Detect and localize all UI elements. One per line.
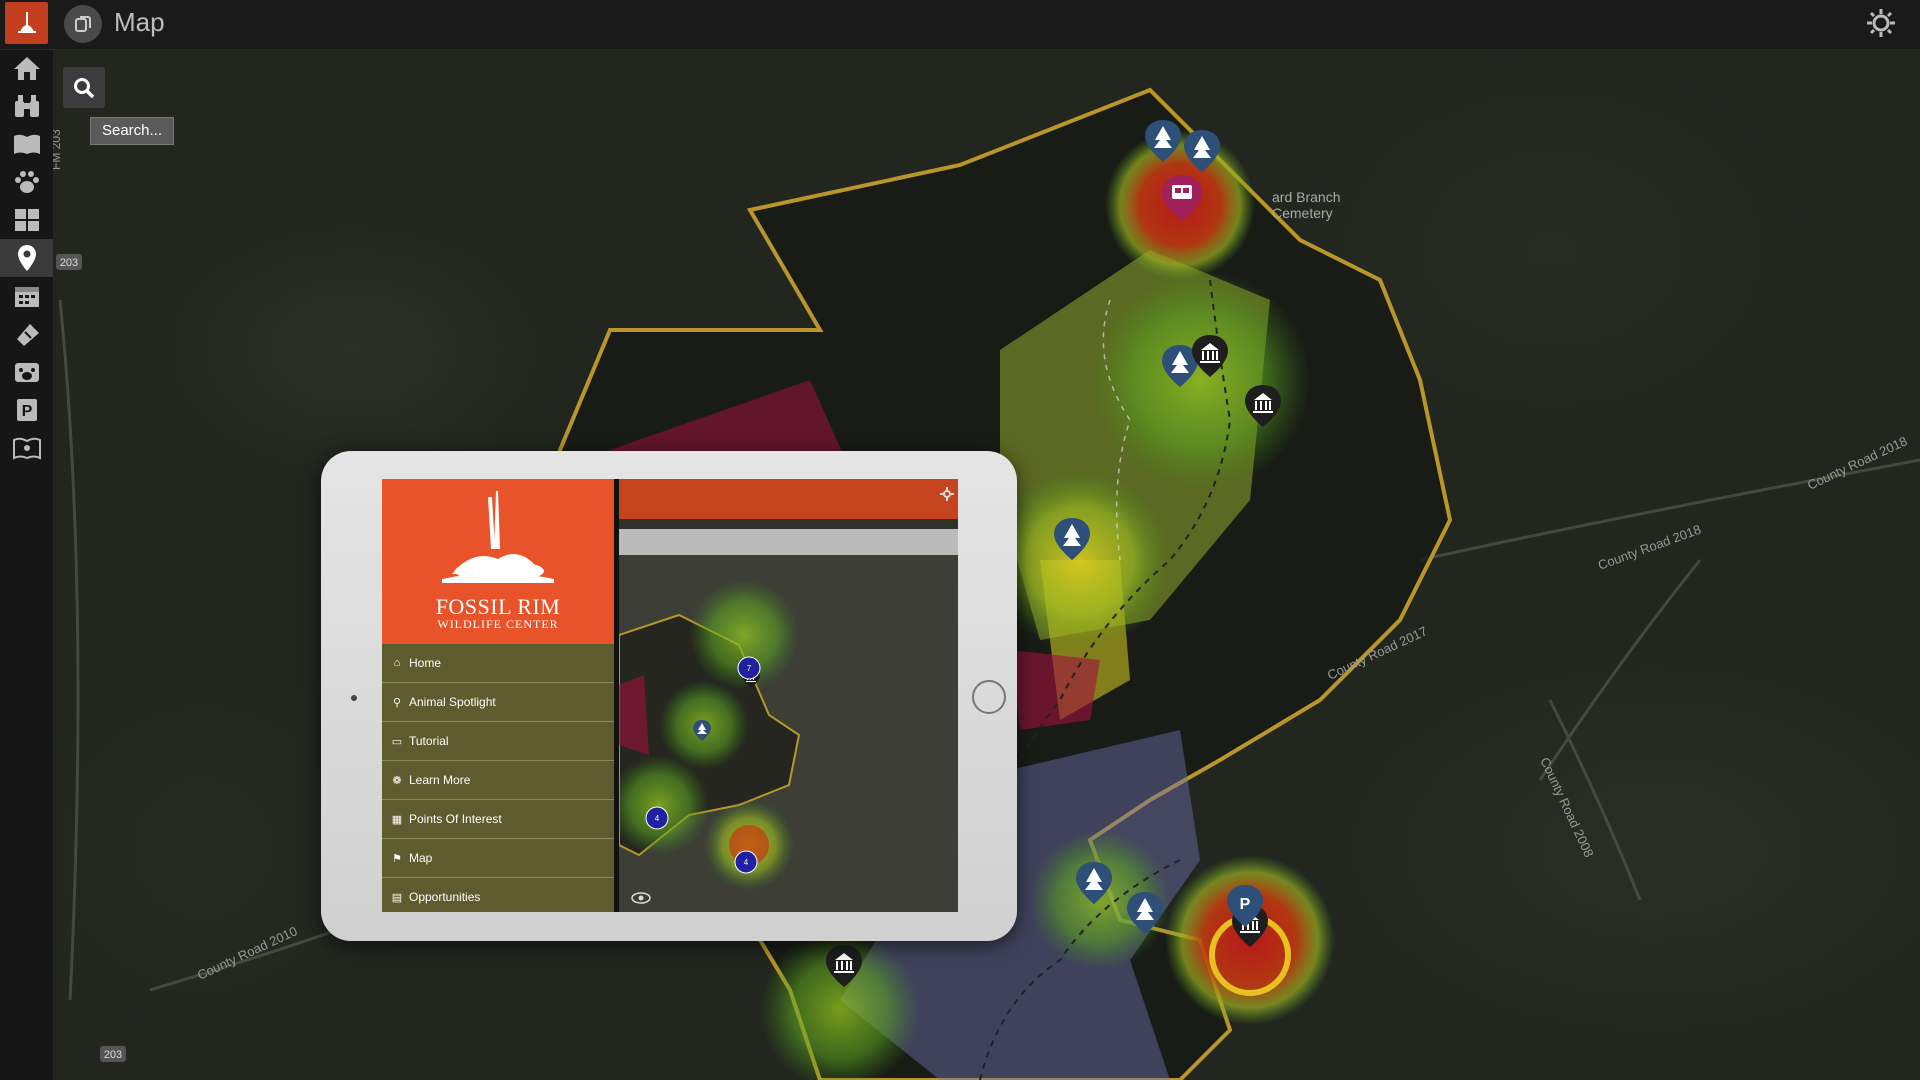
tablet-menu-tutorial[interactable]: ▭ Tutorial	[382, 722, 614, 761]
tablet-menu-learn-more[interactable]: ❁ Learn More	[382, 761, 614, 800]
svg-text:P: P	[21, 403, 32, 420]
tablet-mockup: FOSSIL RIM WILDLIFE CENTER ⌂ Home ⚲ Animal…	[321, 451, 1017, 941]
book-icon	[13, 134, 40, 154]
route-shield: 203	[60, 257, 78, 269]
road-label: FM 203	[53, 129, 63, 170]
binoculars-icon	[14, 95, 39, 117]
cluster-count: 7	[747, 664, 752, 673]
menu-label: Map	[409, 851, 433, 865]
app-logo[interactable]	[5, 2, 48, 44]
back-button[interactable]	[64, 5, 102, 43]
sidebar-item-calendar[interactable]	[0, 277, 53, 315]
fossil-rim-logo: FOSSIL RIM WILDLIFE CENTER	[382, 479, 614, 644]
sidebar-item-points-of-interest[interactable]	[0, 201, 53, 239]
animal-icon	[14, 363, 39, 382]
paw-icon: ❁	[392, 774, 402, 787]
sidebar-item-map[interactable]	[0, 239, 53, 277]
paw-icon	[14, 171, 39, 193]
menu-label: Tutorial	[409, 734, 449, 748]
parking-icon: P	[16, 399, 37, 421]
guidebook-icon	[12, 437, 41, 460]
tablet-menu-points-of-interest[interactable]: ▦ Points Of Interest	[382, 800, 614, 839]
top-bar: Map	[0, 0, 1920, 50]
gear-icon[interactable]	[940, 487, 954, 506]
ticket-icon	[16, 324, 39, 346]
tablet-screen: FOSSIL RIM WILDLIFE CENTER ⌂ Home ⚲ Animal…	[382, 479, 958, 912]
tablet-menu: ⌂ Home ⚲ Animal Spotlight ▭ Tutorial ❁ Learn…	[382, 644, 614, 912]
eye-icon	[631, 892, 651, 904]
sidebar-item-animal-spotlight[interactable]	[0, 87, 53, 125]
search-button[interactable]	[63, 67, 105, 108]
road-label: County Road 2008	[1537, 755, 1596, 860]
tablet-search-bar[interactable]	[619, 529, 958, 555]
sidebar-item-tutorial[interactable]	[0, 125, 53, 163]
book-icon: ▭	[391, 735, 403, 748]
road-label: County Road 2018	[1596, 522, 1703, 573]
sidebar-item-home[interactable]	[0, 49, 53, 87]
tablet-header	[619, 479, 958, 519]
page-title: Map	[114, 7, 165, 37]
sidebar: P	[0, 49, 53, 1080]
menu-label: Animal Spotlight	[409, 695, 496, 709]
settings-button[interactable]	[1864, 6, 1898, 45]
search-tooltip: Search...	[90, 117, 174, 145]
cluster-count: 4	[655, 814, 660, 823]
calendar-icon	[14, 287, 39, 307]
route-shield: 203	[104, 1049, 122, 1061]
tablet-menu-home[interactable]: ⌂ Home	[382, 644, 614, 683]
road-label: County Road 2018	[1805, 433, 1910, 492]
menu-label: Points Of Interest	[409, 812, 502, 826]
sidebar-item-animals[interactable]	[0, 353, 53, 391]
back-icon	[75, 16, 91, 32]
tablet-menu-map[interactable]: ⚑ Map	[382, 839, 614, 878]
grid-icon: ▦	[391, 813, 403, 826]
tablet-camera	[351, 695, 357, 701]
cluster-count: 4	[744, 858, 749, 867]
sidebar-item-guidebook[interactable]	[0, 429, 53, 467]
tablet-menu-opportunities[interactable]: ▤ Opportunities	[382, 878, 614, 912]
sidebar-item-tickets[interactable]	[0, 315, 53, 353]
grid-icon	[14, 209, 39, 231]
menu-label: Home	[409, 656, 442, 670]
tablet-menu-animal-spotlight[interactable]: ⚲ Animal Spotlight	[382, 683, 614, 722]
brand-subtitle: WILDLIFE CENTER	[437, 617, 559, 631]
menu-label: Opportunities	[409, 890, 481, 904]
sidebar-item-parking[interactable]: P	[0, 391, 53, 429]
home-icon: ⌂	[393, 657, 401, 669]
svg-text:P: P	[1240, 896, 1251, 913]
search-icon	[74, 77, 95, 98]
tablet-map[interactable]: 7 4 4	[619, 555, 958, 912]
home-icon	[13, 57, 40, 80]
binoculars-icon: ⚲	[392, 696, 402, 709]
sidebar-item-learn-more[interactable]	[0, 163, 53, 201]
map-pin-icon: ⚑	[392, 852, 402, 865]
calendar-icon: ▤	[391, 891, 403, 904]
tablet-home-button	[972, 680, 1006, 714]
gear-icon	[1867, 9, 1895, 37]
cemetery-label: ard Branch Cemetery	[1272, 189, 1344, 221]
road-label: County Road 2010	[195, 923, 300, 982]
map-pin-icon	[17, 245, 36, 271]
menu-label: Learn More	[409, 773, 471, 787]
tablet-content: 7 4 4	[619, 479, 958, 912]
